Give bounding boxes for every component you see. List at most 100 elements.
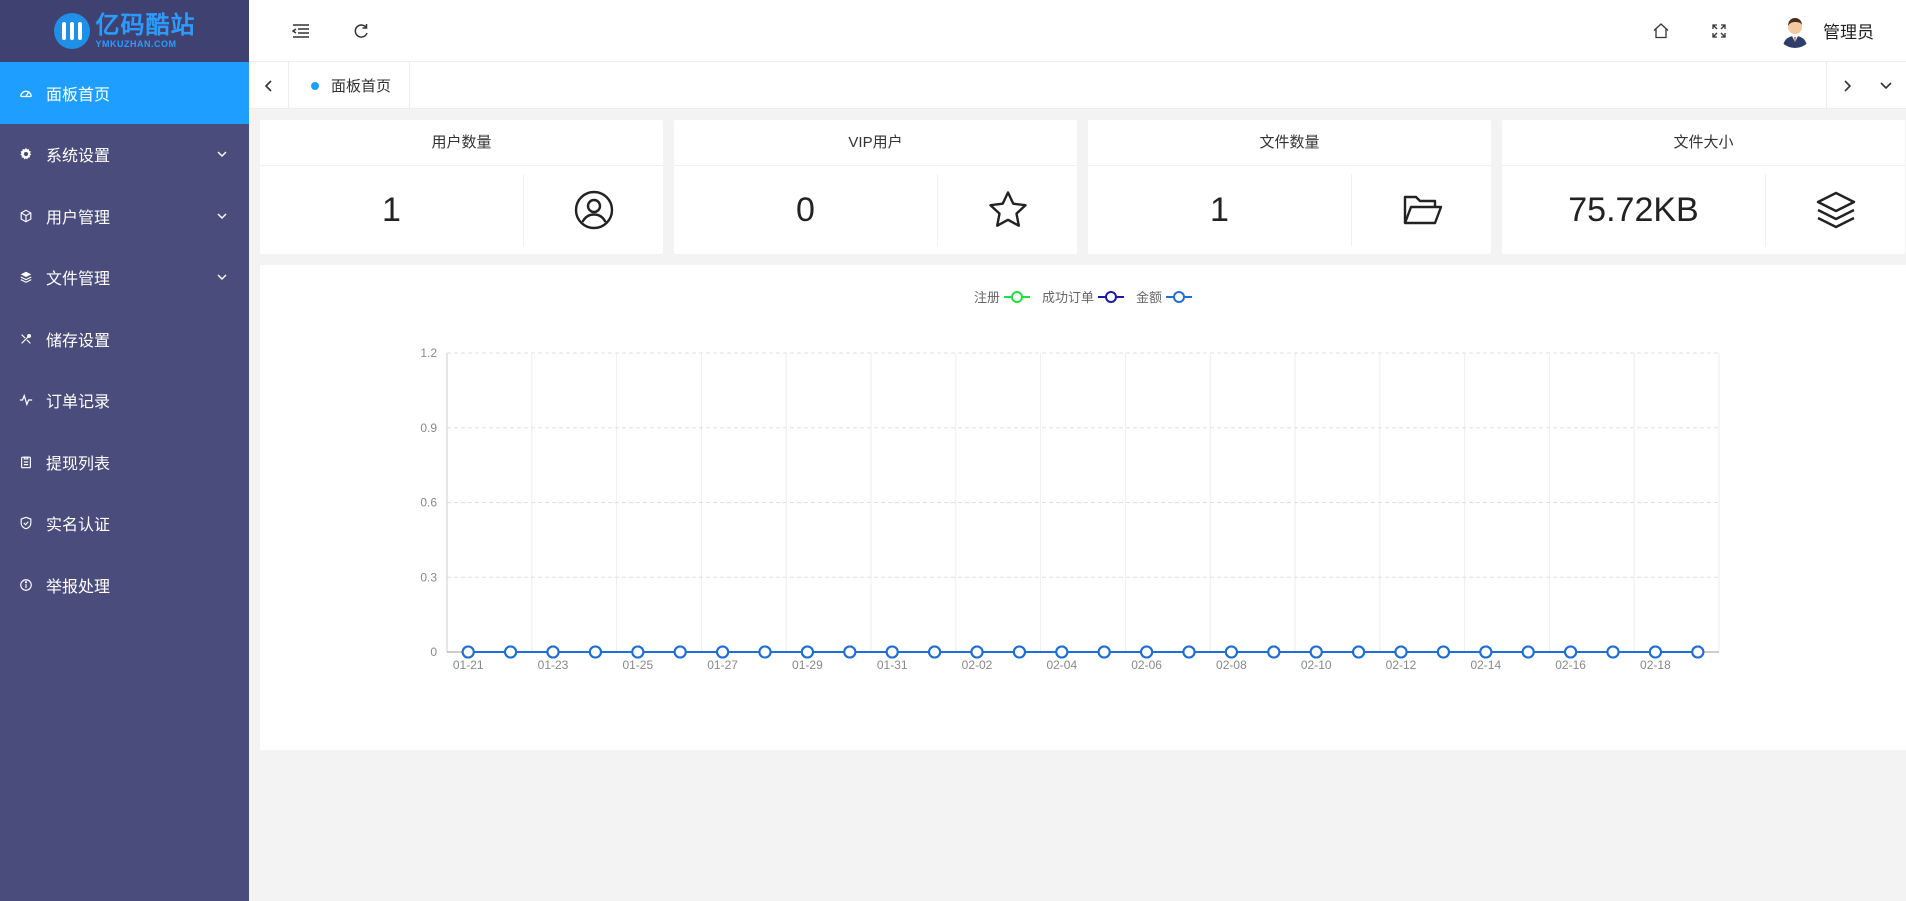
x-tick-label: 02-10 — [1301, 658, 1332, 672]
dashboard-icon — [18, 85, 34, 101]
data-point — [1606, 645, 1620, 659]
chevron-left-icon — [264, 79, 272, 92]
info-icon — [18, 577, 34, 593]
data-point — [1436, 645, 1450, 659]
x-tick-label: 02-06 — [1131, 658, 1162, 672]
legend-marker-icon — [1098, 290, 1124, 303]
legend-label: 注册 — [973, 290, 1000, 305]
stat-card-files: 文件数量 1 — [1088, 120, 1491, 254]
x-tick-label: 01-21 — [453, 658, 484, 672]
shield-check-icon — [18, 515, 34, 531]
sidebar: 亿码酷站 YMKUZHAN.COM 面板首页 系统设置 用户管理 文件管理 储存… — [0, 0, 249, 901]
logo[interactable]: 亿码酷站 YMKUZHAN.COM — [0, 0, 249, 62]
legend-marker-icon — [1003, 290, 1030, 303]
user-name: 管理员 — [1823, 22, 1874, 42]
data-point — [461, 645, 475, 659]
star-icon — [938, 166, 1077, 254]
cube-icon — [18, 208, 34, 224]
chevron-down-icon — [1880, 81, 1892, 89]
data-point — [588, 645, 602, 659]
legend-item-orders[interactable]: 成功订单 — [1042, 287, 1124, 306]
sidebar-item-label: 举报处理 — [46, 578, 111, 596]
refresh-button[interactable] — [349, 19, 373, 43]
x-tick-label: 01-25 — [622, 658, 653, 672]
top-header: 管理员 — [249, 0, 1906, 62]
data-point — [546, 645, 560, 659]
sidebar-item-label: 用户管理 — [46, 209, 111, 227]
home-icon — [1653, 23, 1669, 39]
sidebar-item-label: 文件管理 — [46, 271, 111, 289]
data-point — [1097, 645, 1111, 659]
stat-card-value: 75.72KB — [1568, 190, 1699, 229]
legend-item-register[interactable]: 注册 — [974, 287, 1030, 306]
sidebar-item-report-handling[interactable]: 举报处理 — [0, 554, 249, 616]
sidebar-item-user-management[interactable]: 用户管理 — [0, 185, 249, 247]
x-tick-label: 02-14 — [1470, 658, 1501, 672]
user-circle-icon — [524, 166, 663, 254]
data-point — [885, 645, 899, 659]
data-point — [1479, 645, 1493, 659]
x-tick-label: 01-27 — [707, 658, 738, 672]
user-menu[interactable]: 管理员 — [1777, 12, 1874, 48]
avatar — [1777, 12, 1813, 48]
data-point — [928, 645, 942, 659]
line-chart: 0 0.3 0.6 0.9 1.2 01-21 01-23 01-25 01-27 01-29 01… — [420, 346, 1720, 672]
clipboard-icon — [18, 454, 34, 470]
chart-panel: 0 0.3 0.6 0.9 1.2 01-21 01-23 01-25 01-27 01-29 01… — [260, 265, 1906, 750]
y-tick-label: 0.9 — [420, 421, 437, 435]
legend-label: 成功订单 — [1041, 290, 1094, 305]
x-tick-label: 01-23 — [538, 658, 569, 672]
sidebar-item-real-name-auth[interactable]: 实名认证 — [0, 493, 249, 555]
sidebar-item-order-records[interactable]: 订单记录 — [0, 370, 249, 432]
legend-item-amount[interactable]: 金额 — [1136, 287, 1193, 306]
gear-icon — [18, 146, 34, 162]
data-point — [800, 645, 814, 659]
tabs-scroll-left-button[interactable] — [249, 62, 289, 109]
data-point — [504, 645, 518, 659]
y-tick-label: 0 — [430, 645, 437, 659]
stat-card-title: 文件大小 — [1502, 120, 1905, 166]
data-point — [1648, 645, 1662, 659]
sidebar-item-storage-settings[interactable]: 储存设置 — [0, 308, 249, 370]
data-point — [1267, 645, 1281, 659]
stat-card-file-size: 文件大小 75.72KB — [1502, 120, 1905, 254]
fullscreen-button[interactable] — [1707, 19, 1731, 43]
chevron-down-icon — [217, 274, 227, 281]
layers-icon — [1766, 166, 1905, 254]
x-tick-label: 01-29 — [792, 658, 823, 672]
data-point — [1224, 645, 1238, 659]
sidebar-item-system-settings[interactable]: 系统设置 — [0, 124, 249, 186]
data-point — [1182, 645, 1196, 659]
tabs-scroll-right-button[interactable] — [1826, 62, 1866, 109]
logo-main-text: 亿码酷站 — [95, 11, 196, 39]
logo-mark-icon — [53, 13, 90, 49]
data-point — [1564, 645, 1578, 659]
y-tick-label: 0.3 — [420, 570, 437, 584]
data-point — [1140, 645, 1154, 659]
data-point — [843, 645, 857, 659]
data-point — [716, 645, 730, 659]
sidebar-item-withdraw-list[interactable]: 提现列表 — [0, 431, 249, 493]
data-point — [1352, 645, 1366, 659]
sidebar-item-label: 面板首页 — [46, 86, 111, 104]
y-tick-label: 1.2 — [420, 346, 437, 360]
data-point — [1394, 645, 1408, 659]
tabs-menu-button[interactable] — [1866, 62, 1906, 109]
home-button[interactable] — [1649, 19, 1673, 43]
tab-dashboard[interactable]: 面板首页 — [293, 62, 411, 109]
indent-icon — [292, 24, 309, 38]
layers-icon — [18, 269, 34, 285]
folder-open-icon — [1352, 166, 1491, 254]
tab-label: 面板首页 — [331, 78, 392, 95]
logo-sub-text: YMKUZHAN.COM — [95, 38, 177, 49]
x-tick-label: 02-08 — [1216, 658, 1247, 672]
fullscreen-icon — [1712, 24, 1726, 38]
sidebar-item-file-management[interactable]: 文件管理 — [0, 247, 249, 309]
sidebar-item-label: 提现列表 — [46, 455, 111, 473]
sidebar-item-dashboard[interactable]: 面板首页 — [0, 62, 249, 124]
data-point — [673, 645, 687, 659]
x-tick-label: 01-31 — [877, 658, 908, 672]
data-point — [1691, 645, 1705, 659]
y-tick-label: 0.6 — [420, 496, 437, 510]
collapse-menu-button[interactable] — [289, 19, 313, 43]
